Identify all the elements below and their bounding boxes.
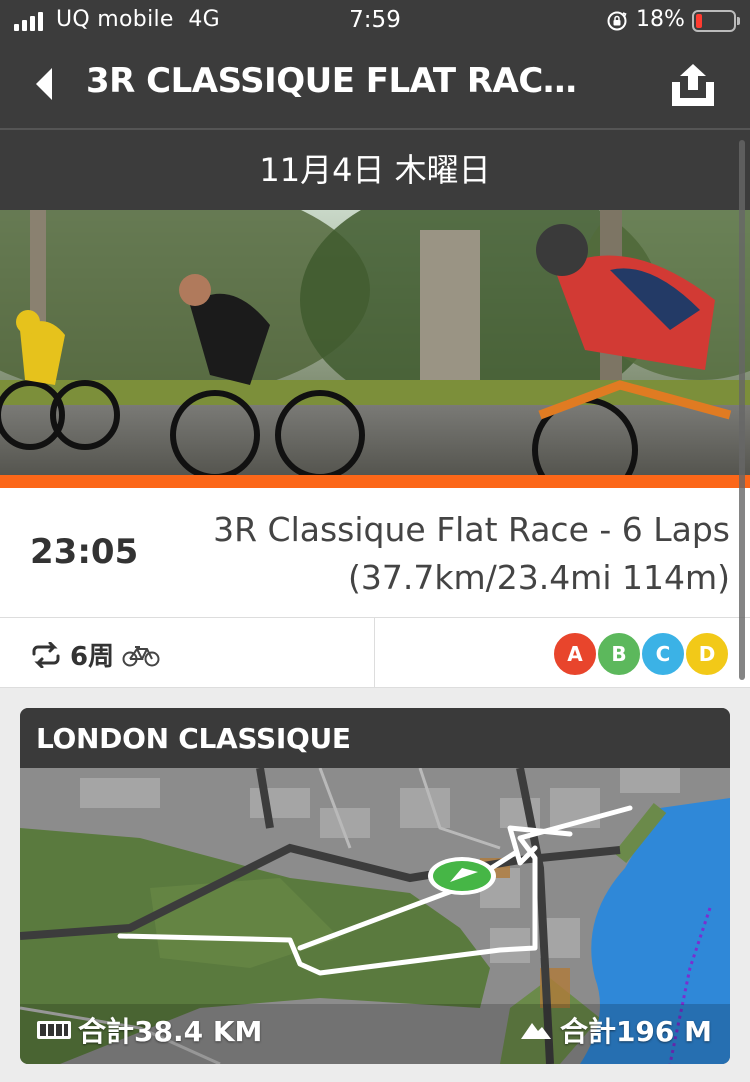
scrollbar[interactable]: [739, 140, 745, 680]
cyclists-illustration: [0, 210, 750, 475]
share-icon: [672, 64, 714, 106]
event-date: 11月4日 木曜日: [0, 130, 750, 210]
route-distance-value: 合計38.4 KM: [78, 1015, 263, 1048]
event-banner-image: [0, 210, 750, 475]
route-name: LONDON CLASSIQUE: [36, 722, 351, 755]
category-badge-c: C: [640, 631, 686, 677]
repeat-laps-icon: [32, 641, 60, 668]
category-badge-b: B: [596, 631, 642, 677]
category-badges: ABCD: [552, 631, 730, 677]
page-title: 3R CLASSIQUE FLAT RAC…: [86, 61, 577, 101]
odometer-icon: [37, 1021, 71, 1039]
navigation-header: 3R CLASSIQUE FLAT RAC…: [0, 42, 750, 130]
laps-count: 6周: [70, 642, 115, 672]
event-start-time: 23:05: [30, 532, 139, 572]
route-map-card[interactable]: LONDON CLASSIQUE 合計38.4 KM 合計196 M: [20, 708, 730, 1064]
battery-percent: 18%: [636, 7, 685, 32]
share-button[interactable]: [664, 60, 722, 112]
orientation-lock-icon: [607, 11, 627, 31]
event-summary: 23:05 3R Classique Flat Race - 6 Laps (3…: [0, 488, 750, 618]
route-elevation: 合計196 M: [520, 1010, 712, 1050]
status-bar: UQ mobile 4G 7:59 18%: [0, 0, 750, 42]
category-badge-d: D: [684, 631, 730, 677]
mountain-icon: [520, 1023, 551, 1039]
back-button[interactable]: [24, 62, 64, 106]
back-arrow-icon: [36, 68, 52, 100]
bicycle-icon: [122, 645, 160, 666]
accent-divider: [0, 475, 750, 488]
battery-icon: [692, 10, 740, 32]
route-distance: 合計38.4 KM: [36, 1010, 262, 1050]
laps-info: 6周: [30, 636, 160, 673]
route-elevation-value: 合計196 M: [559, 1015, 712, 1048]
category-badge-a: A: [552, 631, 598, 677]
event-name: 3R Classique Flat Race - 6 Laps (37.7km/…: [213, 510, 730, 597]
event-meta: 6周 ABCD: [0, 618, 750, 688]
